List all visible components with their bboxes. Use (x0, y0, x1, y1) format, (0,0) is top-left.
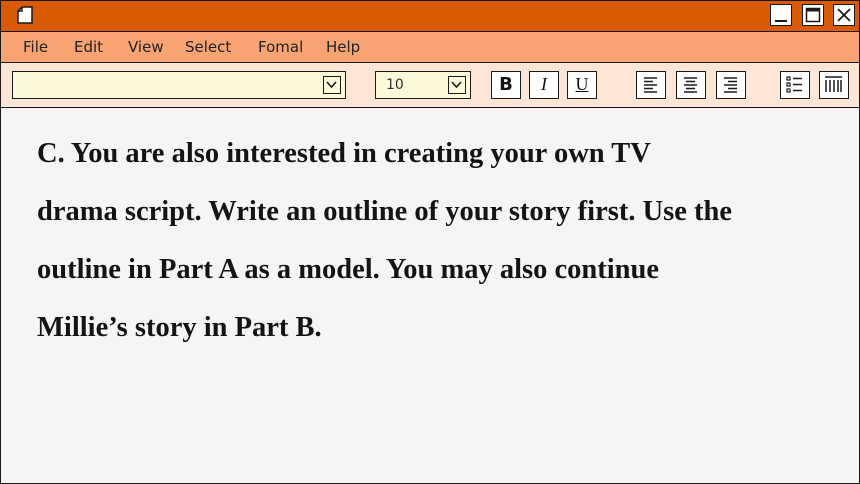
align-right-button[interactable] (716, 71, 746, 99)
maximize-icon (805, 7, 821, 23)
formatting-toolbar: 10 B I U (1, 63, 859, 108)
italic-button[interactable]: I (529, 71, 559, 99)
title-bar (1, 1, 859, 32)
chevron-down-icon (326, 81, 337, 89)
bold-button[interactable]: B (491, 71, 521, 99)
font-family-select[interactable] (12, 71, 346, 99)
document-body[interactable]: C. You are also interested in creating y… (37, 125, 837, 357)
app-window: File Edit View Select Fomal Help 10 B I (0, 0, 860, 484)
document-line-1: C. You are also interested in creating y… (37, 138, 651, 169)
menu-help[interactable]: Help (326, 38, 360, 56)
menu-edit[interactable]: Edit (74, 38, 103, 56)
menu-bar: File Edit View Select Fomal Help (1, 32, 859, 63)
font-size-value: 10 (386, 77, 404, 93)
font-dropdown-button[interactable] (323, 76, 341, 94)
font-size-select[interactable]: 10 (375, 71, 471, 99)
bullet-list-button[interactable] (780, 71, 810, 99)
size-dropdown-button[interactable] (448, 76, 466, 94)
close-button[interactable] (833, 4, 855, 26)
minimize-icon (775, 20, 787, 22)
document-line-3: outline in Part A as a model. You may al… (37, 254, 660, 285)
close-icon (837, 8, 851, 22)
underline-button[interactable]: U (567, 71, 597, 99)
document-line-4: Millie’s story in Part B. (37, 312, 322, 343)
align-left-icon (644, 77, 657, 93)
menu-select[interactable]: Select (185, 38, 231, 56)
menu-format[interactable]: Fomal (258, 38, 303, 56)
bullet-list-icon (786, 76, 802, 93)
maximize-button[interactable] (802, 4, 824, 26)
align-right-icon (724, 77, 737, 93)
document-line-2: drama script. Write an outline of your s… (37, 196, 733, 227)
align-left-button[interactable] (636, 71, 666, 99)
menu-file[interactable]: File (23, 38, 48, 56)
chevron-down-icon (451, 81, 462, 89)
menu-view[interactable]: View (128, 38, 164, 56)
minimize-button[interactable] (770, 4, 792, 26)
columns-button[interactable] (819, 71, 849, 99)
document-icon (17, 6, 33, 24)
columns-icon (825, 76, 842, 92)
align-center-icon (684, 77, 697, 93)
align-center-button[interactable] (676, 71, 706, 99)
